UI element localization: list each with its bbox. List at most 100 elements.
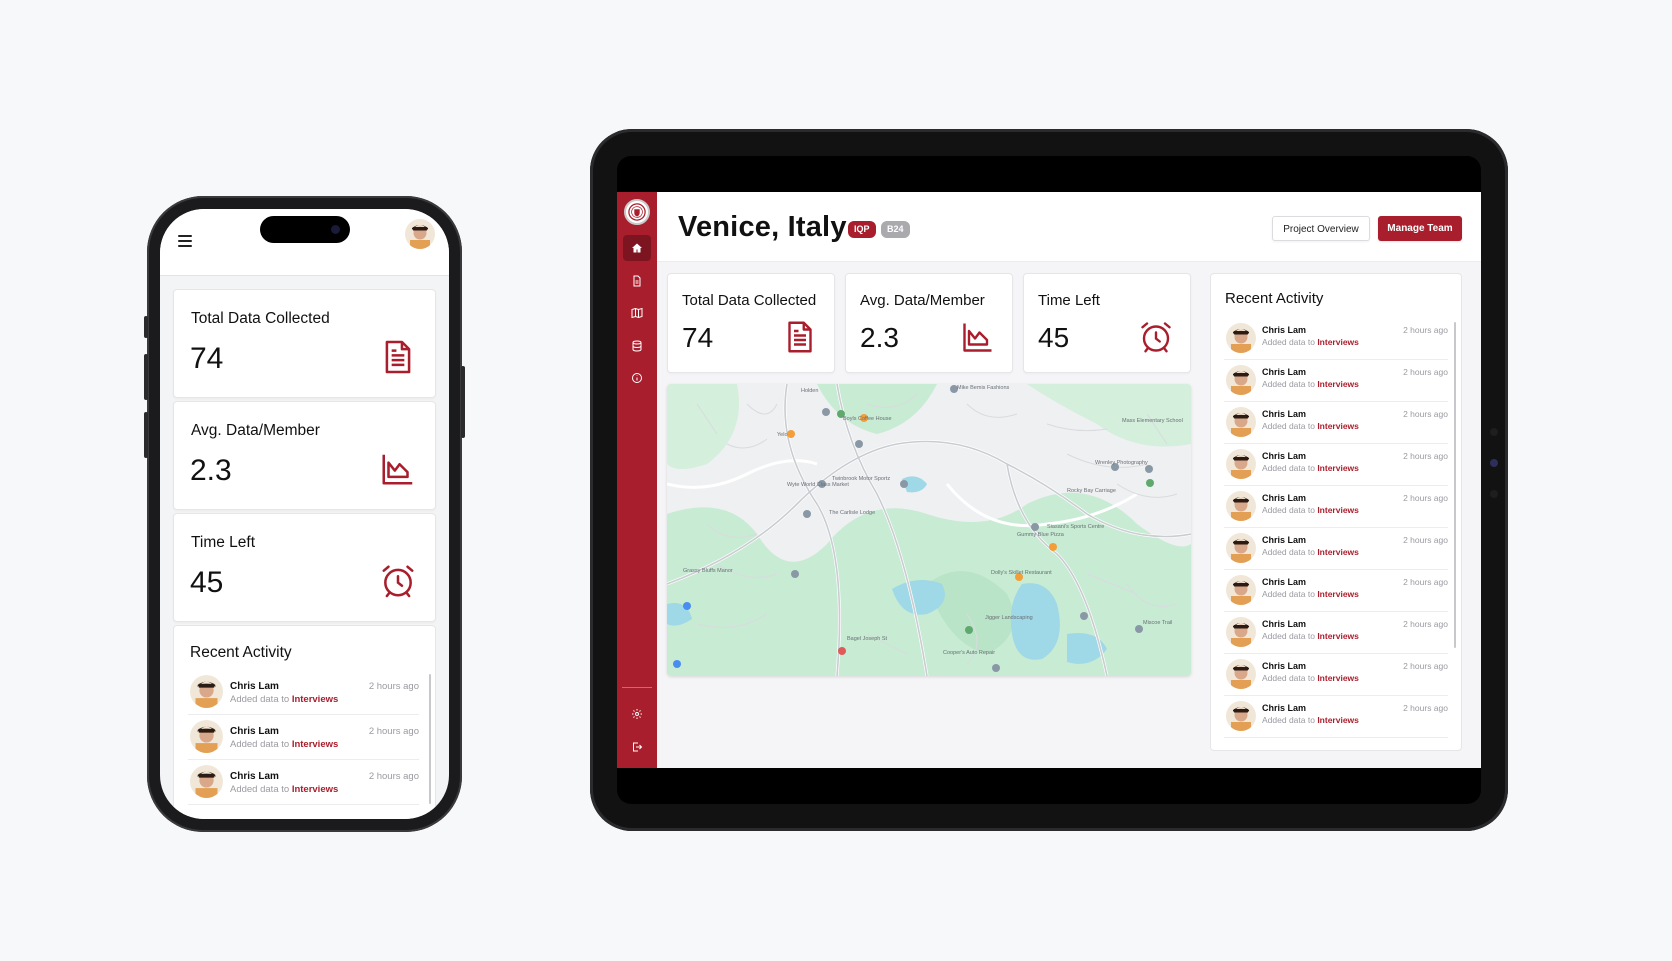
map-place-label: The Carlisle Lodge	[829, 510, 875, 516]
activity-target-link[interactable]: Interviews	[1317, 589, 1359, 599]
activity-action: Added data to	[1262, 379, 1315, 389]
activity-user-name: Chris Lam	[230, 681, 279, 692]
activity-timestamp: 2 hours ago	[1403, 535, 1448, 545]
map-place-label: Cooper's Auto Repair	[943, 650, 995, 656]
activity-user-name: Chris Lam	[1262, 703, 1307, 713]
avatar	[1226, 407, 1256, 437]
activity-target-link[interactable]: Interviews	[1317, 631, 1359, 641]
database-icon[interactable]	[623, 333, 651, 359]
activity-item[interactable]: Chris Lam Added data to Interviews 2 hours…	[188, 715, 419, 760]
avatar	[190, 720, 223, 753]
activity-timestamp: 2 hours ago	[368, 726, 419, 737]
map-place-label: Rocky Bay Carriage	[1067, 488, 1116, 494]
scrollbar[interactable]	[429, 674, 431, 804]
activity-action: Added data to	[230, 784, 290, 795]
activity-item[interactable]: Chris Lam Added data to Interviews 2 hours…	[188, 670, 419, 715]
activity-target-link[interactable]: Interviews	[1317, 337, 1359, 347]
activity-item[interactable]: Chris Lam Added data to Interviews 2 hours…	[1224, 570, 1448, 612]
activity-user-name: Chris Lam	[1262, 367, 1307, 377]
activity-item[interactable]: Chris Lam Added data to Interviews 2 hours…	[1224, 486, 1448, 528]
activity-timestamp: 2 hours ago	[1403, 451, 1448, 461]
activity-target-link[interactable]: Interviews	[1317, 463, 1359, 473]
scrollbar[interactable]	[1454, 322, 1456, 648]
activity-timestamp: 2 hours ago	[1403, 661, 1448, 671]
avatar[interactable]	[405, 219, 435, 249]
avatar	[1226, 533, 1256, 563]
university-seal-logo[interactable]	[624, 199, 650, 225]
area-chart-icon	[382, 454, 413, 485]
activity-timestamp: 2 hours ago	[368, 771, 419, 782]
activity-user-name: Chris Lam	[1262, 535, 1307, 545]
phone-device: Total Data Collected 74 Avg. Data/Member…	[144, 196, 465, 832]
recent-activity-title: Recent Activity	[190, 644, 292, 661]
activity-user-name: Chris Lam	[1262, 325, 1307, 335]
activity-item[interactable]: Chris Lam Added data to Interviews 2 hours…	[1224, 528, 1448, 570]
map-place-label: Gummy Blue Pizza	[1017, 532, 1065, 538]
file-icon[interactable]	[623, 268, 651, 294]
hamburger-menu-icon[interactable]	[178, 235, 192, 247]
project-map[interactable]: Holden Boyls Coffee House Yelo Wyte World C…	[667, 384, 1191, 676]
tablet-camera	[1490, 459, 1498, 467]
activity-target-link[interactable]: Interviews	[1317, 715, 1359, 725]
activity-user-name: Chris Lam	[1262, 409, 1307, 419]
activity-item[interactable]: Chris Lam Added data to Interviews 2 hours…	[1224, 612, 1448, 654]
activity-target-link[interactable]: Interviews	[1317, 421, 1359, 431]
map-place-label: Yelo	[777, 432, 788, 438]
activity-target-link[interactable]: Interviews	[1317, 673, 1359, 683]
document-icon	[788, 321, 812, 353]
map-place-label: Twinbrook Motor Sportz	[832, 476, 890, 482]
map-icon[interactable]	[623, 300, 651, 326]
activity-user-name: Chris Lam	[1262, 619, 1307, 629]
stat-card-avg-data: Avg. Data/Member 2.3	[173, 401, 436, 510]
map-place-label: Bagel Joseph St	[847, 636, 888, 642]
activity-action: Added data to	[230, 694, 290, 705]
manage-team-button[interactable]: Manage Team	[1378, 216, 1462, 241]
avatar	[1226, 617, 1256, 647]
stat-label: Avg. Data/Member	[191, 422, 320, 439]
activity-user-name: Chris Lam	[1262, 661, 1307, 671]
activity-target-link[interactable]: Interviews	[292, 739, 338, 750]
activity-item[interactable]: Chris Lam Added data to Interviews 2 hours…	[1224, 696, 1448, 738]
activity-target-link[interactable]: Interviews	[1317, 547, 1359, 557]
map-place-label: Holden	[801, 388, 818, 394]
avatar	[190, 675, 223, 708]
activity-item[interactable]: Chris Lam Added data to Interviews 2 hours…	[1224, 360, 1448, 402]
sidebar-divider	[622, 687, 652, 688]
activity-description: Added data to Interviews	[1262, 589, 1359, 599]
activity-target-link[interactable]: Interviews	[292, 784, 338, 795]
map-place-label: Jigger Landscaping	[985, 615, 1033, 621]
avatar	[1226, 365, 1256, 395]
activity-item[interactable]: Chris Lam Added data to Interviews 2 hours…	[1224, 654, 1448, 696]
settings-icon[interactable]	[623, 701, 651, 727]
activity-item[interactable]: Chris Lam Added data to Interviews 2 hours…	[1224, 318, 1448, 360]
map-place-label: Siasani's Sports Centre	[1047, 524, 1104, 530]
activity-user-name: Chris Lam	[230, 726, 279, 737]
phone-recent-activity: Recent Activity Chris Lam Added data to I…	[173, 625, 436, 819]
map-canvas[interactable]: Holden Boyls Coffee House Yelo Wyte World C…	[667, 384, 1191, 676]
phone-volume-up	[144, 354, 148, 400]
activity-action: Added data to	[1262, 589, 1315, 599]
phone-header	[160, 209, 449, 276]
activity-user-name: Chris Lam	[230, 771, 279, 782]
activity-timestamp: 2 hours ago	[1403, 493, 1448, 503]
stat-value: 74	[190, 342, 224, 375]
home-icon[interactable]	[623, 235, 651, 261]
map-place-label: Miscoe Trail	[1143, 620, 1172, 626]
activity-user-name: Chris Lam	[1262, 493, 1307, 503]
activity-timestamp: 2 hours ago	[1403, 325, 1448, 335]
logout-icon[interactable]	[623, 734, 651, 760]
map-place-label: Wrenley Photography	[1095, 460, 1148, 466]
alarm-clock-icon	[1141, 322, 1171, 353]
activity-item[interactable]: Chris Lam Added data to Interviews 2 hours…	[1224, 402, 1448, 444]
activity-target-link[interactable]: Interviews	[1317, 379, 1359, 389]
project-overview-button[interactable]: Project Overview	[1272, 216, 1370, 241]
activity-target-link[interactable]: Interviews	[292, 694, 338, 705]
activity-item[interactable]: Chris Lam Added data to Interviews 2 hours…	[1224, 444, 1448, 486]
sidebar	[617, 192, 657, 768]
term-badge: B24	[881, 221, 910, 238]
activity-description: Added data to Interviews	[1262, 505, 1359, 515]
activity-action: Added data to	[1262, 631, 1315, 641]
info-icon[interactable]	[623, 365, 651, 391]
activity-target-link[interactable]: Interviews	[1317, 505, 1359, 515]
activity-item[interactable]: Chris Lam Added data to Interviews 2 hours…	[188, 760, 419, 805]
